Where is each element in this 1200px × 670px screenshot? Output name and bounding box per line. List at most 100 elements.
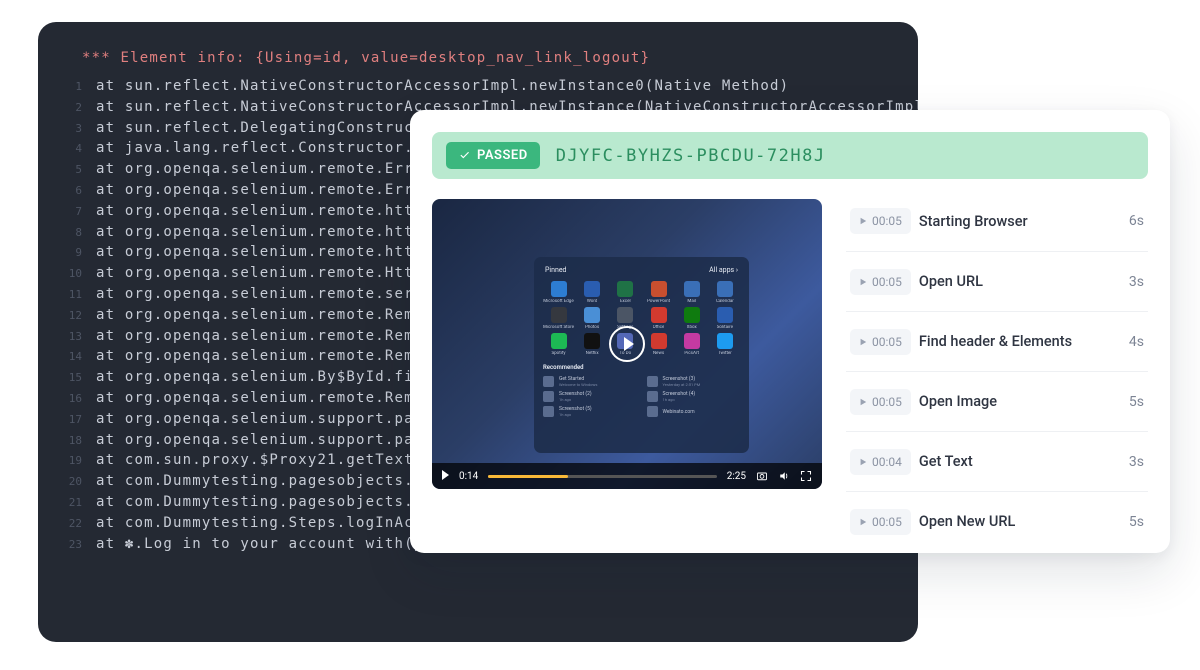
stacktrace-line: 1at sun.reflect.NativeConstructorAccesso… (58, 78, 898, 94)
line-number: 5 (58, 163, 82, 176)
play-icon (859, 458, 867, 466)
test-step-row[interactable]: 00:05 Open URL 3s (846, 251, 1148, 303)
step-duration: 3s (1129, 454, 1144, 470)
app-tile: PowerPoint (643, 281, 673, 304)
step-title: Get Text (919, 453, 1121, 470)
app-tile: Solitaire (710, 307, 740, 330)
status-badge-label: PASSED (477, 148, 528, 163)
step-timestamp: 00:04 (872, 455, 902, 469)
step-timestamp: 00:05 (872, 395, 902, 409)
app-icon (584, 281, 600, 297)
app-label: PicsArt (684, 351, 699, 356)
play-button[interactable] (609, 326, 645, 362)
app-label: Spotify (551, 351, 565, 356)
app-icon (717, 333, 733, 349)
app-icon (617, 281, 633, 297)
app-label: Photos (585, 325, 599, 330)
step-duration: 5s (1129, 514, 1144, 530)
app-label: Excel (620, 299, 631, 304)
play-icon (859, 278, 867, 286)
line-number: 3 (58, 122, 82, 135)
test-step-row[interactable]: 00:04 Get Text 3s (846, 431, 1148, 483)
file-icon (647, 376, 658, 387)
app-tile: Mail (677, 281, 707, 304)
line-number: 12 (58, 309, 82, 322)
video-play-icon[interactable] (442, 470, 449, 483)
camera-icon[interactable] (756, 470, 768, 482)
app-tile: Office (643, 307, 673, 330)
stacktrace-header: *** Element info: {Using=id, value=deskt… (82, 50, 898, 66)
line-number: 2 (58, 101, 82, 114)
step-duration: 3s (1129, 274, 1144, 290)
line-number: 15 (58, 371, 82, 384)
test-step-row[interactable]: 00:05Open New URL5s (846, 491, 1148, 543)
app-label: Twitter (718, 351, 732, 356)
play-icon (859, 398, 867, 406)
step-timestamp-pill[interactable]: 00:05 (850, 389, 911, 415)
fullscreen-icon[interactable] (800, 470, 812, 482)
step-timestamp-pill[interactable]: 00:04 (850, 449, 911, 475)
line-number: 17 (58, 413, 82, 426)
video-progress-bar[interactable] (488, 475, 716, 478)
recommended-label: Recommended (543, 364, 740, 371)
file-icon (543, 406, 554, 417)
app-tile: Excel (610, 281, 640, 304)
app-tile: Spotify (543, 333, 574, 356)
app-label: Xbox (687, 325, 697, 330)
video-player[interactable]: Pinned All apps › Microsoft EdgeWordExce… (432, 199, 822, 489)
menu-pinned-label: Pinned (545, 266, 567, 274)
line-number: 20 (58, 475, 82, 488)
line-number: 14 (58, 350, 82, 363)
line-number: 4 (58, 142, 82, 155)
line-number: 11 (58, 288, 82, 301)
app-label: Solitaire (717, 325, 733, 330)
steps-list: 00:05Starting Browser6s00:05Open URL3s00… (846, 199, 1148, 543)
play-icon (859, 518, 867, 526)
line-number: 16 (58, 392, 82, 405)
windows-start-menu: Pinned All apps › Microsoft EdgeWordExce… (534, 257, 749, 453)
app-tile: Netflix (577, 333, 607, 356)
app-tile: Word (577, 281, 607, 304)
app-tile: Twitter (710, 333, 740, 356)
play-icon (859, 217, 867, 225)
step-timestamp-pill[interactable]: 00:05 (850, 509, 911, 535)
play-icon (859, 338, 867, 346)
app-icon (584, 307, 600, 323)
step-timestamp: 00:05 (872, 275, 902, 289)
menu-allapps-label: All apps › (709, 266, 738, 274)
line-number: 8 (58, 226, 82, 239)
app-tile: PicsArt (677, 333, 707, 356)
line-number: 23 (58, 538, 82, 551)
video-column: Pinned All apps › Microsoft EdgeWordExce… (432, 199, 822, 543)
step-timestamp: 00:05 (872, 335, 902, 349)
step-timestamp-pill[interactable]: 00:05 (850, 208, 911, 234)
volume-icon[interactable] (778, 470, 790, 482)
video-controls: 0:14 2:25 (432, 463, 822, 489)
recommended-item: Webinato.com (647, 406, 741, 417)
app-icon (651, 333, 667, 349)
app-icon (651, 281, 667, 297)
app-label: News (653, 351, 664, 356)
step-title: Open Image (919, 393, 1121, 410)
step-title: Starting Browser (919, 213, 1121, 230)
recommended-item: Screenshot (5)1h ago (543, 406, 637, 417)
app-label: Calendar (716, 299, 734, 304)
step-timestamp-pill[interactable]: 00:05 (850, 269, 911, 295)
result-body: Pinned All apps › Microsoft EdgeWordExce… (432, 199, 1148, 543)
line-number: 9 (58, 246, 82, 259)
test-step-row[interactable]: 00:05 Starting Browser 6s (846, 199, 1148, 243)
line-number: 13 (58, 330, 82, 343)
line-number: 6 (58, 184, 82, 197)
line-number: 7 (58, 205, 82, 218)
test-step-row[interactable]: 00:05Open Image5s (846, 371, 1148, 423)
step-title: Open URL (919, 273, 1121, 290)
step-timestamp-pill[interactable]: 00:05 (850, 329, 911, 355)
step-title: Find header & Elements (919, 333, 1121, 350)
step-duration: 4s (1129, 334, 1144, 350)
step-duration: 6s (1129, 213, 1144, 229)
app-icon (717, 307, 733, 323)
test-step-row[interactable]: 00:05 Find header & Elements 4s (846, 311, 1148, 363)
recommended-item: Get StartedWelcome to Windows (543, 376, 637, 387)
app-tile: Xbox (677, 307, 707, 330)
recommended-item: Screenshot (2)1h ago (543, 391, 637, 402)
